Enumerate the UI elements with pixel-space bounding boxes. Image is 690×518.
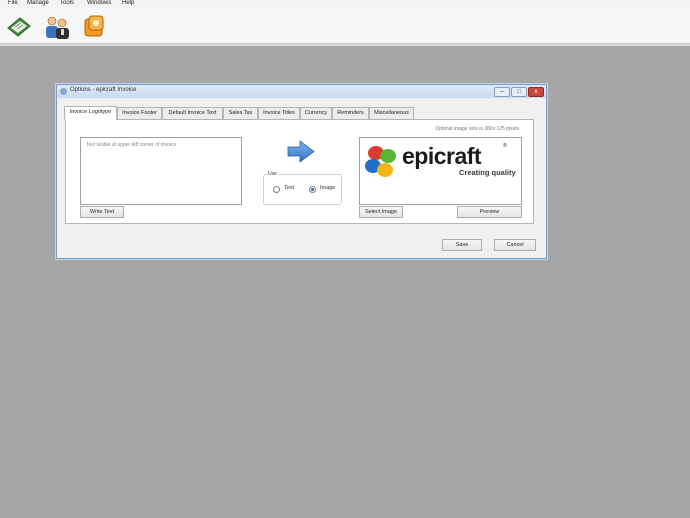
- options-dialog: Options - epicraft Invoice – □ x Invoice…: [56, 84, 547, 259]
- app-icon: [60, 88, 67, 95]
- settings-cube-icon[interactable]: [81, 14, 107, 40]
- invoice-book-icon[interactable]: [6, 14, 32, 40]
- tab-invoice-titles[interactable]: Invoice Titles: [258, 107, 300, 119]
- minimize-button[interactable]: –: [494, 87, 510, 97]
- preview-button[interactable]: Preview: [457, 206, 522, 218]
- toolbar: [0, 8, 690, 44]
- radio-image-label[interactable]: Image: [320, 185, 335, 191]
- menu-manage[interactable]: Manage: [27, 0, 49, 7]
- maximize-button[interactable]: □: [511, 87, 527, 97]
- logo-wordmark: epicraft: [402, 143, 482, 169]
- menu-bar: File Manage Tools Windows Help: [0, 0, 690, 8]
- logo-registered-mark: ®: [503, 143, 507, 149]
- tab-invoice-logotype[interactable]: Invoice Logotype: [64, 106, 117, 120]
- logo-text-placeholder: Text visible at upper left corner of inv…: [86, 142, 177, 148]
- arrow-right-icon: [286, 139, 316, 164]
- radio-text-label[interactable]: Text: [284, 185, 294, 191]
- cancel-button[interactable]: Cancel: [494, 239, 536, 251]
- tab-reminders[interactable]: Reminders: [332, 107, 369, 119]
- save-button[interactable]: Save: [442, 239, 482, 251]
- users-icon[interactable]: [43, 14, 69, 40]
- logotype-panel: Optimal image size is 380x 125 pixels Te…: [65, 119, 534, 224]
- dialog-titlebar[interactable]: Options - epicraft Invoice – □ x: [57, 85, 546, 98]
- menu-tools[interactable]: Tools: [60, 0, 74, 7]
- logo-text-field[interactable]: Text visible at upper left corner of inv…: [80, 137, 242, 205]
- logo-tagline: Creating quality: [459, 168, 516, 177]
- toolbar-divider: [0, 44, 690, 46]
- radio-text[interactable]: [273, 186, 280, 193]
- use-label: Use: [267, 171, 278, 177]
- write-text-button[interactable]: Write Text: [80, 206, 124, 218]
- menu-windows[interactable]: Windows: [87, 0, 111, 7]
- epicraft-logo-mark: [365, 146, 396, 177]
- tab-default-invoice-text[interactable]: Default Invoice Text: [162, 107, 223, 119]
- use-group: Use Text Image: [263, 171, 342, 205]
- menu-help[interactable]: Help: [122, 0, 134, 7]
- image-size-hint: Optimal image size is 380x 125 pixels: [435, 126, 519, 132]
- radio-image[interactable]: [309, 186, 316, 193]
- tab-miscellaneous[interactable]: Miscellaneous: [369, 107, 414, 119]
- close-button[interactable]: x: [528, 87, 544, 97]
- tab-invoice-footer[interactable]: Invoice Footer: [117, 107, 162, 119]
- tab-sales-tax[interactable]: Sales Tax: [223, 107, 258, 119]
- tab-currency[interactable]: Currency: [300, 107, 332, 119]
- select-image-button[interactable]: Select Image: [359, 206, 403, 218]
- dialog-title: Options - epicraft Invoice: [70, 87, 137, 93]
- logo-image-preview: epicraft ® Creating quality: [359, 137, 522, 205]
- menu-file[interactable]: File: [8, 0, 18, 7]
